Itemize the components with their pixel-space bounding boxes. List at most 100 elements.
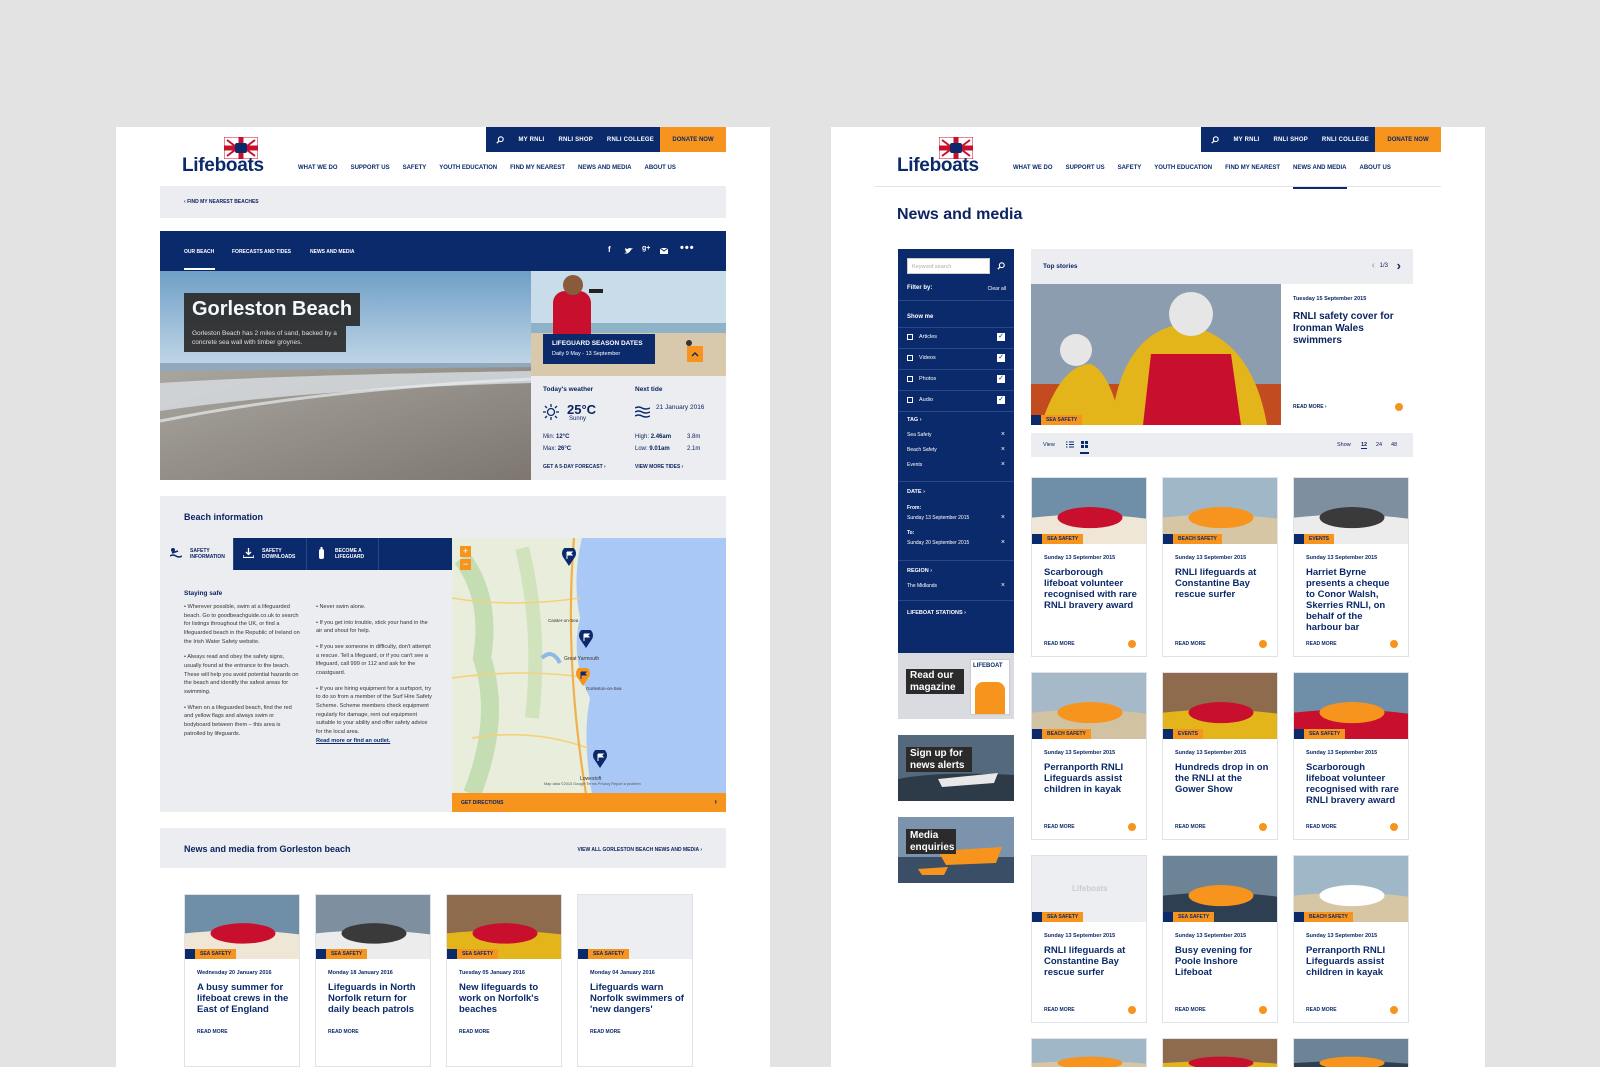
get-directions-button[interactable]: GET DIRECTIONS › xyxy=(452,793,726,812)
tab-become-lifeguard[interactable]: BECOME A LIFEGUARD xyxy=(306,538,379,570)
tab-forecasts-and-tides[interactable]: FORECASTS AND TIDES xyxy=(232,249,291,255)
read-more-link[interactable]: READ MORE xyxy=(1044,824,1075,830)
search-icon[interactable] xyxy=(997,262,1005,270)
tab-safety-downloads[interactable]: SAFETY DOWNLOADS xyxy=(233,538,306,570)
read-more-link[interactable]: READ MORE xyxy=(1044,1007,1075,1013)
content-type-row[interactable]: Audio ✓ xyxy=(898,390,1014,410)
nav-find-my-nearest[interactable]: FIND MY NEAREST xyxy=(1225,165,1280,179)
plus-icon[interactable] xyxy=(1395,403,1403,411)
news-card[interactable]: SEA SAFETY Wednesday 20 January 2016 A bus… xyxy=(184,894,300,1067)
plus-icon[interactable] xyxy=(1259,1006,1267,1014)
map-pin-selected-icon[interactable] xyxy=(576,668,590,686)
read-more-link[interactable]: READ MORE xyxy=(1306,1007,1337,1013)
beach-map[interactable]: Great Yarmouth Lowestoft Gorleston-on-Se… xyxy=(452,538,726,794)
zoom-in-button[interactable]: + xyxy=(460,546,471,557)
remove-filter-icon[interactable]: × xyxy=(1001,514,1005,521)
map-pin-icon[interactable] xyxy=(562,548,576,566)
breadcrumb-back-link[interactable]: ‹ FIND MY NEAREST BEACHES xyxy=(184,199,259,205)
donate-button[interactable]: DONATE NOW xyxy=(1375,127,1441,152)
news-card-title[interactable]: Busy evening for Poole Inshore Lifeboat xyxy=(1175,945,1269,979)
search-icon[interactable] xyxy=(496,135,505,144)
news-card-title[interactable]: Lifeguards warn Norfolk swimmers of 'new… xyxy=(590,982,684,1016)
nav-youth-education[interactable]: YOUTH EDUCATION xyxy=(1154,165,1212,179)
top-story-title[interactable]: RNLI safety cover for Ironman Wales swim… xyxy=(1293,311,1403,347)
grid-view-icon[interactable] xyxy=(1081,441,1088,448)
news-card[interactable]: BEACH SAFETY Sunday 13 September 2015 RNLI… xyxy=(1162,477,1278,657)
nav-about-us[interactable]: ABOUT US xyxy=(1360,165,1391,179)
plus-icon[interactable] xyxy=(1259,823,1267,831)
nav-what-we-do[interactable]: WHAT WE DO xyxy=(298,165,338,179)
plus-icon[interactable] xyxy=(1259,640,1267,648)
news-card[interactable]: SEA SAFETY Tuesday 05 January 2016 New lif… xyxy=(446,894,562,1067)
news-card-title[interactable]: RNLI lifeguards at Constantine Bay rescu… xyxy=(1044,945,1138,979)
prev-arrow-icon[interactable]: ‹ xyxy=(1372,260,1375,271)
tab-safety-information[interactable]: SAFETY INFORMATION xyxy=(160,538,233,570)
read-more-link[interactable]: READ MORE xyxy=(1175,1007,1206,1013)
plus-icon[interactable] xyxy=(1128,640,1136,648)
read-more-link[interactable]: READ MORE xyxy=(1175,641,1206,647)
news-card-title[interactable]: Scarborough lifeboat volunteer recognise… xyxy=(1306,762,1400,807)
show-24-option[interactable]: 24 xyxy=(1376,442,1382,448)
read-more-link[interactable]: READ MORE xyxy=(197,1029,228,1035)
news-card[interactable]: Lifeboats SEA SAFETY Sunday 13 September 2… xyxy=(1031,855,1147,1023)
read-more-link[interactable]: READ MORE xyxy=(1306,641,1337,647)
remove-filter-icon[interactable]: × xyxy=(1001,582,1005,589)
remove-filter-icon[interactable]: × xyxy=(1001,539,1005,546)
news-card-title[interactable]: Scarborough lifeboat volunteer recognise… xyxy=(1044,567,1138,612)
news-card[interactable]: SEA SAFETY Monday 04 January 2016 Lifeguar… xyxy=(577,894,693,1067)
nav-safety[interactable]: SAFETY xyxy=(1118,165,1142,179)
news-card[interactable]: BEACH SAFETY Sunday 13 September 2015 Perr… xyxy=(1031,672,1147,840)
read-more-link[interactable]: READ MORE xyxy=(459,1029,490,1035)
news-card-partial[interactable] xyxy=(1293,1038,1409,1067)
read-more-link[interactable]: READ MORE xyxy=(328,1029,359,1035)
news-card-title[interactable]: A busy summer for lifeboat crews in the … xyxy=(197,982,291,1016)
nav-about-us[interactable]: ABOUT US xyxy=(645,165,676,179)
checkbox-checked-icon[interactable]: ✓ xyxy=(997,375,1005,383)
tag-filter-heading[interactable]: TAG › xyxy=(907,417,922,423)
news-card[interactable]: SEA SAFETY Monday 18 January 2016 Lifeguar… xyxy=(315,894,431,1067)
content-type-row[interactable]: Articles ✓ xyxy=(898,327,1014,347)
remove-filter-icon[interactable]: × xyxy=(1001,446,1005,453)
google-plus-icon[interactable]: g+ xyxy=(642,245,650,252)
news-card[interactable]: SEA SAFETY Sunday 13 September 2015 Busy e… xyxy=(1162,855,1278,1023)
read-more-outlet-link[interactable]: Read more or find an outlet. xyxy=(316,738,390,744)
list-view-icon[interactable] xyxy=(1066,441,1074,448)
read-more-link[interactable]: READ MORE xyxy=(1306,824,1337,830)
search-icon[interactable] xyxy=(1211,135,1220,144)
checkbox-checked-icon[interactable]: ✓ xyxy=(997,354,1005,362)
lifeboat-stations-filter[interactable]: LIFEBOAT STATIONS › xyxy=(907,610,966,616)
plus-icon[interactable] xyxy=(1390,823,1398,831)
news-card-title[interactable]: Hundreds drop in on the RNLI at the Gowe… xyxy=(1175,762,1269,796)
read-more-link[interactable]: READ MORE xyxy=(1044,641,1075,647)
news-card-title[interactable]: Perranporth RNLI Lifeguards assist child… xyxy=(1306,945,1400,979)
remove-filter-icon[interactable]: × xyxy=(1001,431,1005,438)
rnli-shop-link[interactable]: RNLI SHOP xyxy=(1273,137,1307,143)
news-card-title[interactable]: RNLI lifeguards at Constantine Bay rescu… xyxy=(1175,567,1269,601)
checkbox-checked-icon[interactable]: ✓ xyxy=(997,396,1005,404)
map-pin-icon[interactable] xyxy=(579,630,593,648)
plus-icon[interactable] xyxy=(1390,640,1398,648)
rnli-college-link[interactable]: RNLI COLLEGE xyxy=(607,137,654,143)
five-day-forecast-link[interactable]: GET A 5-DAY FORECAST › xyxy=(543,464,606,470)
rnli-shop-link[interactable]: RNLI SHOP xyxy=(558,137,592,143)
date-filter-heading[interactable]: DATE › xyxy=(907,489,925,495)
twitter-icon[interactable] xyxy=(624,247,633,255)
news-card-title[interactable]: Harriet Byrne presents a cheque to Conor… xyxy=(1306,567,1400,634)
news-card-title[interactable]: Perranporth RNLI Lifeguards assist child… xyxy=(1044,762,1138,796)
media-enquiries-promo[interactable]: Media enquiries xyxy=(898,817,1014,883)
news-alerts-promo[interactable]: Sign up for news alerts xyxy=(898,735,1014,801)
zoom-out-button[interactable]: − xyxy=(460,559,471,570)
news-card[interactable]: BEACH SAFETY Sunday 13 September 2015 Perr… xyxy=(1293,855,1409,1023)
more-share-icon[interactable]: ••• xyxy=(680,242,695,254)
checkbox-checked-icon[interactable]: ✓ xyxy=(997,333,1005,341)
show-48-option[interactable]: 48 xyxy=(1391,442,1397,448)
tab-our-beach[interactable]: OUR BEACH xyxy=(184,249,214,255)
news-card-title[interactable]: New lifeguards to work on Norfolk's beac… xyxy=(459,982,553,1016)
read-more-link[interactable]: READ MORE › xyxy=(1293,404,1327,410)
read-more-link[interactable]: READ MORE xyxy=(1175,824,1206,830)
collapse-button[interactable] xyxy=(687,346,703,362)
facebook-icon[interactable]: f xyxy=(608,245,611,254)
news-card-title[interactable]: Lifeguards in North Norfolk return for d… xyxy=(328,982,422,1016)
rnli-logo[interactable]: Lifeboats xyxy=(182,131,264,179)
plus-icon[interactable] xyxy=(1128,1006,1136,1014)
